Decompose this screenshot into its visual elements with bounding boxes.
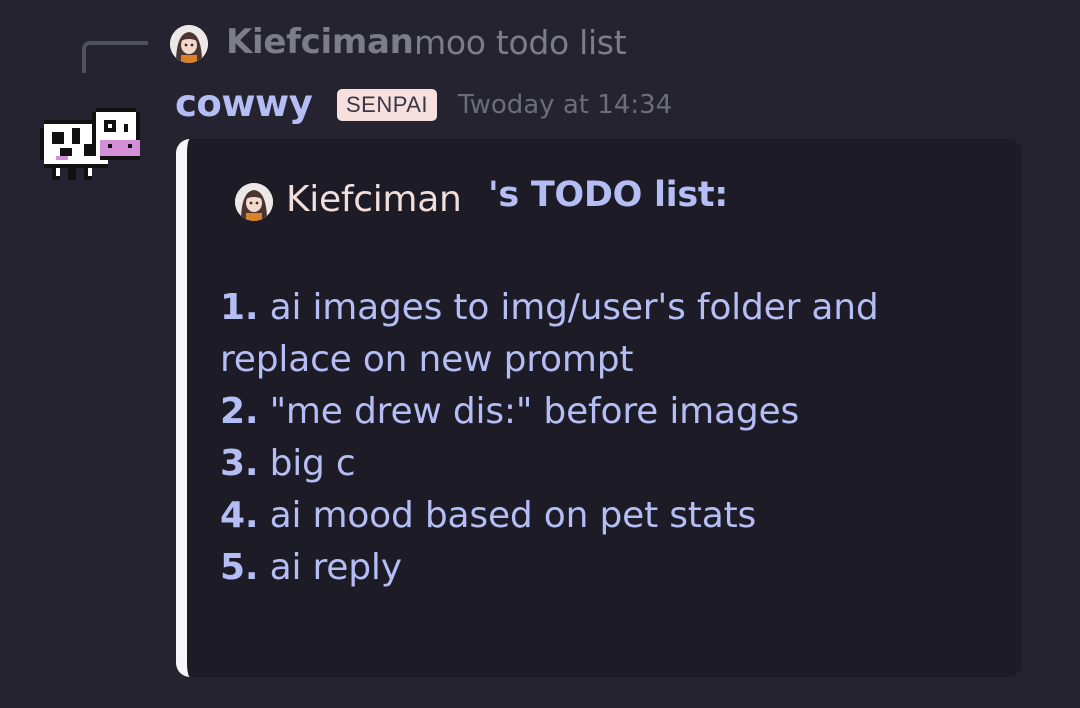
todo-item-number: 2. (220, 391, 259, 432)
todo-item: 5. ai reply (220, 542, 940, 594)
todo-list: 1. ai images to img/user's folder and re… (220, 282, 940, 594)
todo-item-text: big c (269, 443, 356, 484)
todo-item-text: "me drew dis:" before images (269, 391, 800, 432)
reply-connector (82, 41, 148, 73)
author-name[interactable]: cowwy (175, 82, 313, 125)
todo-item: 4. ai mood based on pet stats (220, 490, 940, 542)
role-badge: SENPAI (337, 89, 437, 121)
pixel-cow-icon[interactable] (40, 108, 144, 188)
anime-girl-avatar-icon[interactable] (170, 25, 208, 63)
todo-item: 3. big c (220, 438, 940, 490)
todo-item-text: ai images to img/user's folder and repla… (220, 287, 879, 380)
embed-title: 's TODO list: (488, 175, 729, 215)
todo-item-number: 1. (220, 287, 259, 328)
todo-item: 2. "me drew dis:" before images (220, 386, 940, 438)
todo-item-number: 3. (220, 443, 259, 484)
embed-author-name: Kiefciman (286, 179, 462, 220)
todo-embed: Kiefciman 's TODO list: 1. ai images to … (176, 139, 1022, 677)
todo-item: 1. ai images to img/user's folder and re… (220, 282, 940, 386)
chat-message: Kiefciman moo todo list cowwy SENPAI Two… (0, 0, 1080, 708)
reply-author-name[interactable]: Kiefciman (226, 22, 414, 62)
anime-girl-avatar-icon (235, 183, 273, 221)
todo-item-text: ai reply (269, 547, 402, 588)
todo-item-text: ai mood based on pet stats (269, 495, 757, 536)
reply-preview-text[interactable]: moo todo list (414, 23, 627, 62)
todo-item-number: 4. (220, 495, 259, 536)
todo-item-number: 5. (220, 547, 259, 588)
message-timestamp: Twoday at 14:34 (458, 90, 673, 120)
